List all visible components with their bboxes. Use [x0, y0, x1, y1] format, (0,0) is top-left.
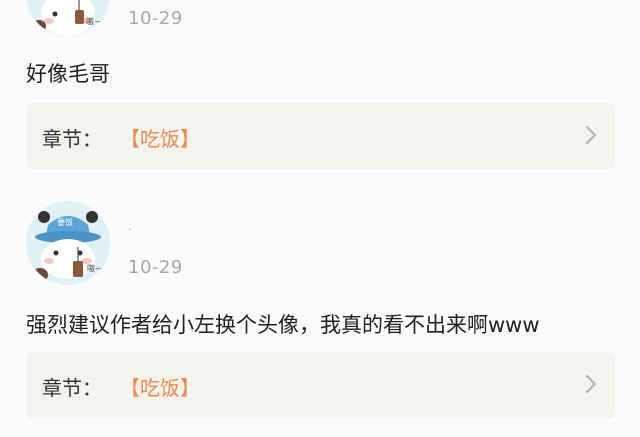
avatar[interactable]: 嗷~	[26, 0, 110, 36]
svg-text:嗷~: 嗷~	[87, 263, 102, 273]
chapter-title: 【吃饭】	[120, 127, 200, 151]
chapter-label: 章节：	[42, 376, 102, 400]
comment-text: 强烈建议作者给小左换个头像，我真的看不出来啊www	[26, 313, 540, 337]
panda-bucket-hat-avatar-icon: 要饭 嗷~	[26, 201, 110, 285]
chapter-link-card[interactable]: 章节： 【吃饭】	[26, 103, 615, 169]
panda-bucket-hat-avatar-icon: 嗷~	[26, 0, 110, 36]
chapter-label: 章节：	[42, 127, 102, 151]
chevron-right-icon	[586, 126, 596, 144]
avatar[interactable]: 要饭 嗷~	[26, 201, 110, 285]
comment-text: 好像毛哥	[26, 62, 110, 86]
chapter-title: 【吃饭】	[120, 376, 200, 400]
comment-date: 10-29	[128, 8, 183, 29]
svg-text:嗷~: 嗷~	[86, 16, 101, 26]
comment-date: 10-29	[128, 257, 183, 278]
chevron-right-icon	[586, 375, 596, 393]
comment-username: ·	[128, 223, 133, 238]
chapter-link-card[interactable]: 章节： 【吃饭】	[26, 352, 615, 418]
avatar-hat-text: 要饭	[57, 217, 73, 227]
